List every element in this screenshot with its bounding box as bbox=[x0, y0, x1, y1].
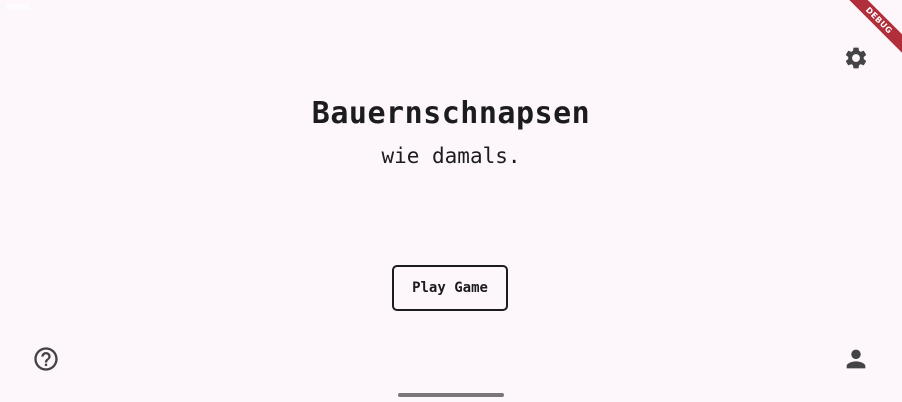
gear-icon bbox=[845, 47, 867, 69]
help-circle-icon bbox=[34, 347, 58, 371]
person-icon bbox=[846, 349, 866, 369]
home-indicator[interactable] bbox=[398, 393, 504, 397]
app-subtitle: wie damals. bbox=[381, 144, 521, 168]
status-bar-indicator bbox=[6, 4, 30, 10]
settings-button[interactable] bbox=[836, 38, 876, 78]
profile-button[interactable] bbox=[836, 339, 876, 379]
help-button[interactable] bbox=[26, 339, 66, 379]
app-title: Bauernschnapsen bbox=[311, 96, 591, 131]
play-game-button[interactable]: Play Game bbox=[392, 265, 508, 311]
